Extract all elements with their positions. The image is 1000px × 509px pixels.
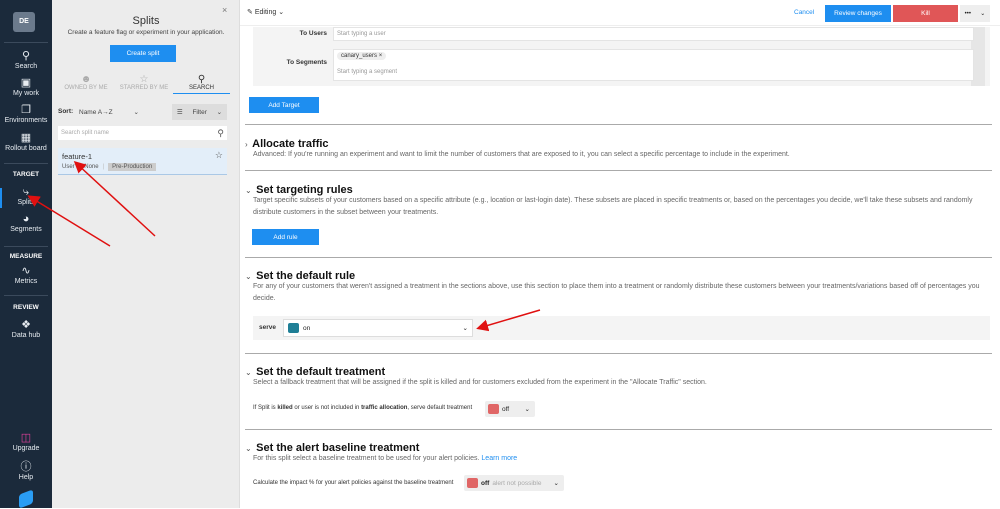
annotation-arrow — [73, 160, 156, 237]
annotation-arrow — [476, 309, 541, 332]
annotation-arrow — [27, 195, 111, 247]
annotation-arrows — [27, 160, 541, 332]
